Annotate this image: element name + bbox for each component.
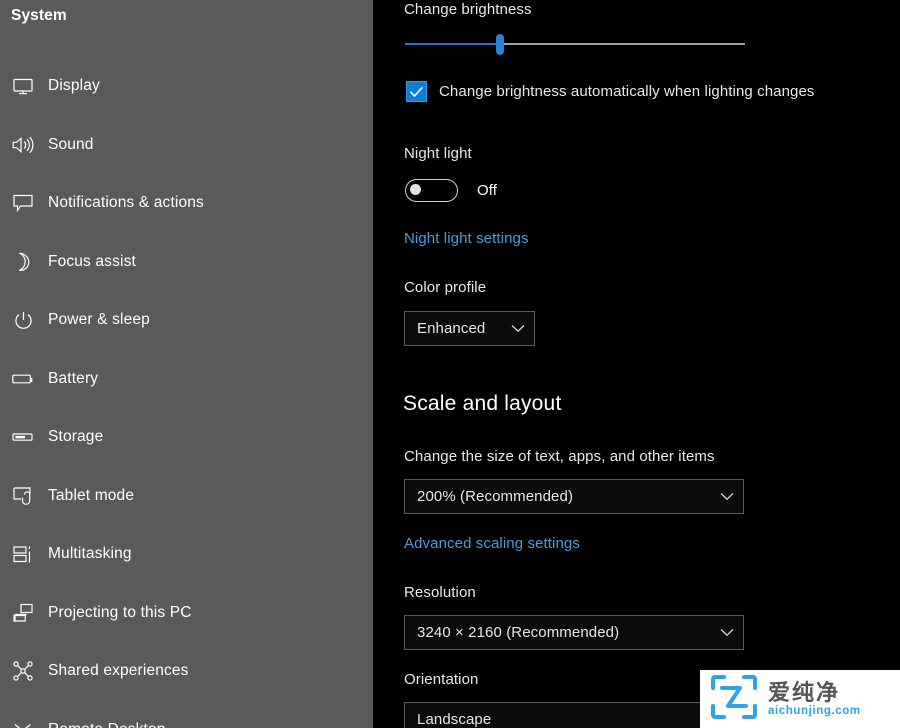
chevron-down-icon — [720, 628, 734, 637]
projecting-icon — [8, 601, 38, 625]
watermark-cn: 爱纯净 — [768, 679, 841, 705]
sidebar-item-label: Tablet mode — [48, 486, 135, 504]
sidebar-item-projecting-to-this-pc[interactable]: Projecting to this PC — [0, 584, 373, 643]
sidebar-item-label: Storage — [48, 428, 104, 446]
advanced-scaling-settings-link[interactable]: Advanced scaling settings — [404, 535, 580, 552]
multitasking-icon — [8, 542, 38, 566]
scale-label: Change the size of text, apps, and other… — [404, 448, 715, 465]
sidebar-item-shared-experiences[interactable]: Shared experiences — [0, 642, 373, 701]
watermark-en: aichunjing.com — [768, 704, 861, 717]
night-light-toggle-row[interactable]: Off — [405, 179, 497, 202]
monitor-icon — [8, 74, 38, 98]
sidebar-item-remote-desktop[interactable]: Remote Desktop — [0, 701, 373, 728]
night-light-settings-link[interactable]: Night light settings — [404, 230, 529, 247]
sidebar-item-label: Remote Desktop — [48, 721, 166, 728]
notification-balloon-icon — [8, 191, 38, 215]
auto-brightness-label: Change brightness automatically when lig… — [439, 83, 815, 100]
shared-experiences-icon — [8, 659, 38, 683]
color-profile-dropdown[interactable]: Enhanced — [404, 311, 535, 346]
page-title: System — [11, 7, 67, 24]
sidebar-item-display[interactable]: Display — [0, 57, 373, 116]
tablet-mode-icon — [8, 484, 38, 508]
watermark-overlay: 爱纯净 aichunjing.com — [700, 670, 900, 728]
toggle-knob — [410, 184, 421, 196]
sidebar-item-tablet-mode[interactable]: Tablet mode — [0, 467, 373, 526]
sidebar-item-label: Shared experiences — [48, 662, 189, 680]
settings-sidebar: System Display Sound Notifications & act… — [0, 0, 373, 728]
scale-dropdown[interactable]: 200% (Recommended) — [404, 479, 744, 514]
remote-desktop-icon — [8, 718, 38, 728]
sidebar-nav-list: Display Sound Notifications & actions Fo… — [0, 57, 373, 728]
scale-and-layout-heading: Scale and layout — [403, 392, 562, 415]
sidebar-item-multitasking[interactable]: Multitasking — [0, 525, 373, 584]
sidebar-item-sound[interactable]: Sound — [0, 116, 373, 175]
power-icon — [8, 308, 38, 332]
sidebar-item-focus-assist[interactable]: Focus assist — [0, 233, 373, 292]
resolution-value: 3240 × 2160 (Recommended) — [417, 624, 620, 641]
sidebar-item-power-sleep[interactable]: Power & sleep — [0, 291, 373, 350]
storage-icon — [8, 425, 38, 449]
chevron-down-icon — [720, 492, 734, 501]
settings-window: System Display Sound Notifications & act… — [0, 0, 900, 728]
chevron-down-icon — [511, 324, 525, 333]
brightness-label: Change brightness — [404, 1, 532, 18]
moon-icon — [8, 250, 38, 274]
resolution-dropdown[interactable]: 3240 × 2160 (Recommended) — [404, 615, 744, 650]
color-profile-value: Enhanced — [417, 320, 486, 337]
sidebar-item-label: Multitasking — [48, 545, 132, 563]
watermark-text: 爱纯净 aichunjing.com — [768, 681, 861, 718]
orientation-value: Landscape — [417, 711, 492, 728]
aichunjing-logo-icon — [711, 674, 757, 724]
auto-brightness-checkbox-row[interactable]: Change brightness automatically when lig… — [406, 81, 815, 102]
scale-value: 200% (Recommended) — [417, 488, 574, 505]
sidebar-item-label: Projecting to this PC — [48, 603, 192, 621]
sidebar-item-label: Battery — [48, 369, 99, 387]
color-profile-label: Color profile — [404, 279, 487, 296]
speaker-icon — [8, 133, 38, 157]
brightness-slider[interactable] — [405, 34, 745, 55]
sidebar-item-storage[interactable]: Storage — [0, 408, 373, 467]
sidebar-item-label: Focus assist — [48, 252, 136, 270]
night-light-label: Night light — [404, 145, 472, 162]
auto-brightness-checkbox[interactable] — [406, 81, 427, 102]
slider-thumb[interactable] — [496, 34, 505, 55]
display-settings-panel: Change brightness Change brightness auto… — [373, 0, 900, 728]
sidebar-item-notifications-actions[interactable]: Notifications & actions — [0, 174, 373, 233]
resolution-label: Resolution — [404, 584, 476, 601]
orientation-dropdown[interactable]: Landscape — [404, 702, 744, 728]
sidebar-item-label: Sound — [48, 135, 94, 153]
orientation-label: Orientation — [404, 671, 479, 688]
sidebar-item-label: Notifications & actions — [48, 194, 204, 212]
sidebar-item-label: Power & sleep — [48, 311, 150, 329]
night-light-state: Off — [477, 182, 498, 199]
battery-icon — [8, 367, 38, 391]
sidebar-item-battery[interactable]: Battery — [0, 350, 373, 409]
sidebar-item-label: Display — [48, 77, 100, 95]
night-light-toggle[interactable] — [405, 179, 458, 202]
slider-fill — [405, 43, 501, 45]
